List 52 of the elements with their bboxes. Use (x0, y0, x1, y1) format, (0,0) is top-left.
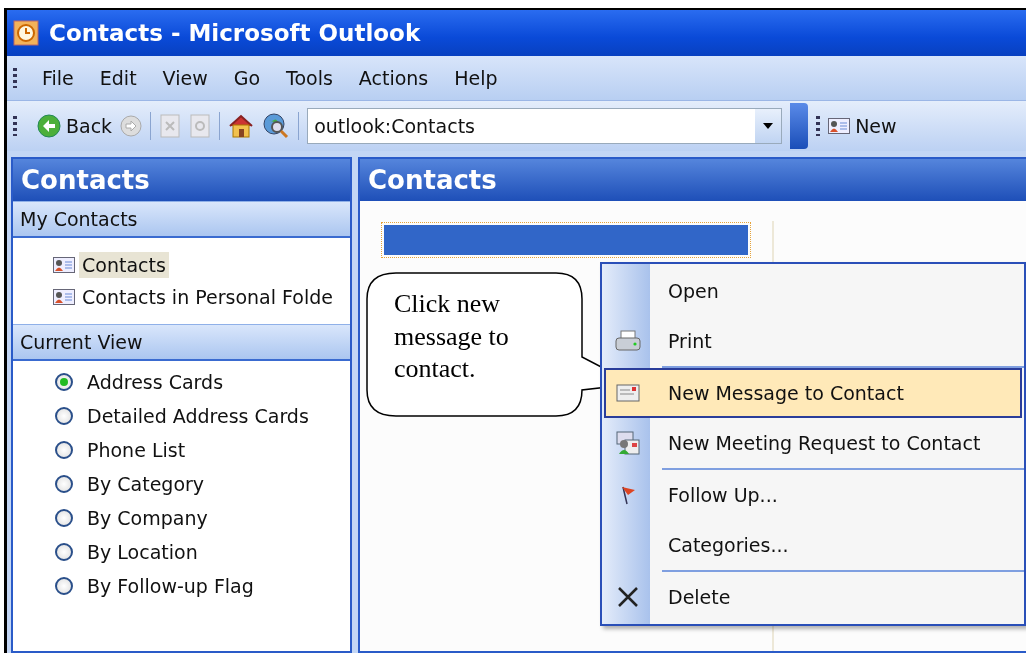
view-option[interactable]: Address Cards (87, 371, 224, 393)
radio-button[interactable] (55, 543, 73, 561)
view-option[interactable]: By Company (87, 507, 208, 529)
radio-button[interactable] (55, 577, 73, 595)
dropdown-arrow-icon (763, 123, 774, 129)
folder-item[interactable]: Contacts (79, 252, 169, 278)
new-button[interactable]: New (828, 115, 897, 137)
callout-text: Click new message to contact. (394, 288, 510, 385)
menu-item[interactable]: Print (604, 316, 1022, 366)
menu-item[interactable]: Follow Up... (604, 470, 1022, 520)
view-option[interactable]: By Category (87, 473, 205, 495)
folder-item[interactable]: Contacts in Personal Folde (79, 284, 336, 310)
menu-item[interactable]: New Message to Contact (604, 368, 1022, 418)
pane-title: Contacts (360, 159, 1026, 201)
contact-card-icon (53, 289, 75, 305)
menu-item[interactable]: Edit (86, 63, 150, 93)
radio-button[interactable] (55, 373, 73, 391)
home-icon[interactable] (228, 113, 255, 139)
menu-item[interactable]: Open (604, 266, 1022, 316)
app-icon (13, 20, 39, 46)
menu-item[interactable]: Tools (273, 63, 346, 93)
view-option[interactable]: Phone List (87, 439, 186, 461)
flag-icon (619, 485, 637, 505)
menu-item[interactable]: Go (220, 63, 274, 93)
menu-item[interactable]: Actions (345, 63, 442, 93)
menu-item[interactable]: View (149, 63, 221, 93)
pane-title: Contacts (13, 159, 350, 201)
menu-item[interactable]: Help (441, 63, 511, 93)
toolbar-options-button[interactable] (790, 103, 809, 149)
radio-button[interactable] (55, 475, 73, 493)
address-field[interactable]: outlook:Contacts (307, 108, 783, 144)
radio-button[interactable] (55, 407, 73, 425)
menu-item[interactable]: Delete (604, 572, 1022, 622)
radio-button[interactable] (55, 441, 73, 459)
menu-item[interactable]: New Meeting Request to Contact (604, 418, 1022, 468)
meeting-icon (615, 430, 641, 456)
back-button[interactable]: Back (37, 114, 113, 138)
contact-card-icon (53, 257, 75, 273)
menu-item[interactable]: Categories... (604, 520, 1022, 570)
view-option[interactable]: Detailed Address Cards (87, 405, 309, 427)
printer-icon (615, 330, 641, 352)
view-option[interactable]: By Location (87, 541, 198, 563)
section-header[interactable]: Current View (13, 324, 350, 361)
menu-item[interactable]: File (29, 63, 87, 93)
contact-card-icon (828, 118, 851, 134)
section-header[interactable]: My Contacts (13, 201, 350, 238)
radio-button[interactable] (55, 509, 73, 527)
delete-icon (617, 586, 639, 608)
globe-search-icon[interactable] (262, 112, 291, 140)
view-option[interactable]: By Follow-up Flag (87, 575, 254, 597)
window-title: Contacts - Microsoft Outlook (49, 20, 421, 46)
envelope-icon (616, 383, 640, 403)
